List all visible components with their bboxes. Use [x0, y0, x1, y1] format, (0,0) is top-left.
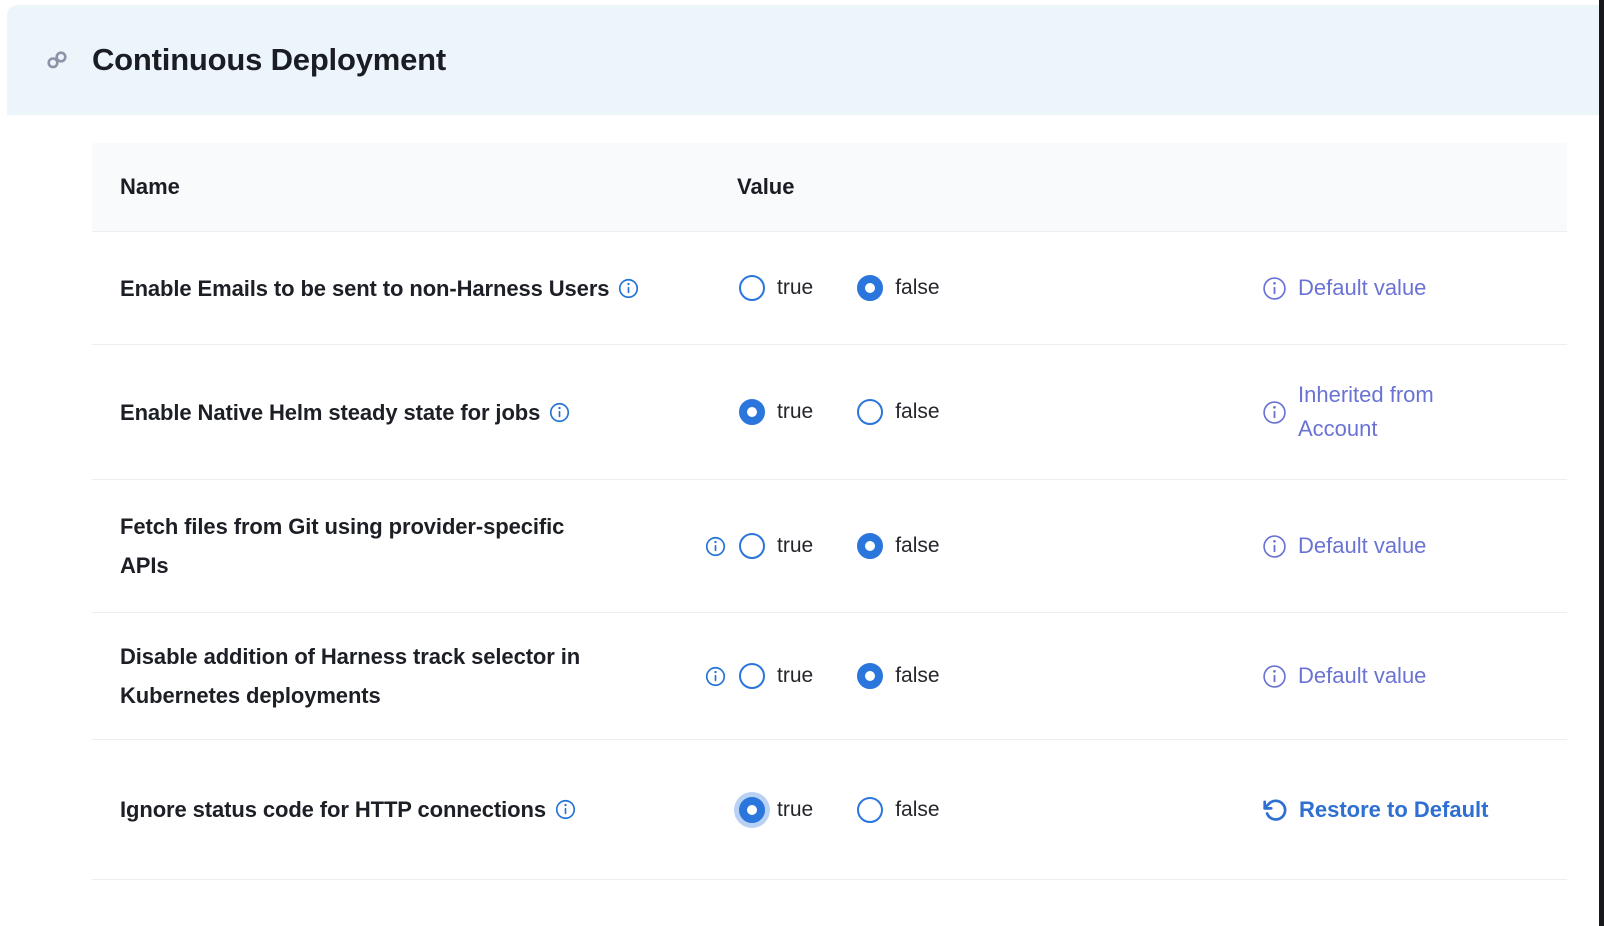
table-header-row: Name Value — [92, 143, 1567, 232]
settings-row: Enable Native Helm steady state for jobs… — [92, 345, 1567, 480]
status-label: Default value — [1298, 659, 1426, 693]
setting-info-icon[interactable] — [705, 536, 726, 557]
settings-row: Disable addition of Harness track select… — [92, 613, 1567, 740]
value-info-slot — [705, 666, 739, 687]
radio-option-true[interactable]: true — [739, 663, 813, 689]
setting-name-cell: Enable Native Helm steady state for jobs — [92, 393, 705, 432]
setting-info-icon[interactable] — [618, 278, 639, 299]
setting-name-cell: Disable addition of Harness track select… — [92, 637, 705, 715]
status-info-icon[interactable] — [1262, 276, 1287, 301]
radio-true[interactable] — [739, 275, 765, 301]
column-header-name: Name — [92, 174, 705, 200]
setting-name-cell: Fetch files from Git using provider-spec… — [92, 507, 705, 585]
radio-false[interactable] — [857, 797, 883, 823]
section-header: Continuous Deployment — [7, 5, 1599, 115]
setting-value-cell: true false — [705, 533, 1262, 559]
radio-false[interactable] — [857, 275, 883, 301]
settings-rows: Enable Emails to be sent to non-Harness … — [92, 232, 1567, 880]
restore-to-default-button[interactable]: Restore to Default — [1262, 793, 1567, 827]
setting-value-cell: true false — [705, 663, 1262, 689]
radio-false-label[interactable]: false — [895, 664, 939, 688]
radio-option-true[interactable]: true — [739, 399, 813, 425]
setting-name: Enable Native Helm steady state for jobs — [120, 393, 540, 432]
radio-false-label[interactable]: false — [895, 400, 939, 424]
setting-value-cell: true false — [705, 797, 1262, 823]
setting-name: Ignore status code for HTTP connections — [120, 790, 546, 829]
radio-true[interactable] — [739, 533, 765, 559]
radio-option-false[interactable]: false — [857, 533, 939, 559]
settings-row: Fetch files from Git using provider-spec… — [92, 480, 1567, 613]
radio-true-label[interactable]: true — [777, 400, 813, 424]
radio-true[interactable] — [739, 399, 765, 425]
radio-false[interactable] — [857, 399, 883, 425]
setting-name-line: Fetch files from Git using provider-spec… — [120, 507, 564, 546]
restore-icon[interactable] — [1262, 797, 1288, 823]
setting-name: Disable addition of Harness track select… — [120, 637, 580, 715]
screen-edge-strip — [1599, 0, 1604, 926]
radio-false-label[interactable]: false — [895, 276, 939, 300]
radio-option-true[interactable]: true — [739, 533, 813, 559]
setting-name-line: Ignore status code for HTTP connections — [120, 790, 546, 829]
settings-row: Ignore status code for HTTP connections … — [92, 740, 1567, 880]
status: Default value — [1262, 659, 1567, 693]
status-label: Default value — [1298, 529, 1426, 563]
page-title: Continuous Deployment — [92, 42, 446, 78]
status-info-icon[interactable] — [1262, 534, 1287, 559]
radio-true[interactable] — [739, 797, 765, 823]
status-info-icon[interactable] — [1262, 664, 1287, 689]
setting-name: Fetch files from Git using provider-spec… — [120, 507, 564, 585]
column-header-value: Value — [705, 174, 794, 200]
setting-info-icon[interactable] — [549, 402, 570, 423]
setting-name-line: Enable Emails to be sent to non-Harness … — [120, 269, 609, 308]
setting-info-icon[interactable] — [705, 666, 726, 687]
value-info-slot — [705, 536, 739, 557]
status: Default value — [1262, 271, 1567, 305]
radio-option-false[interactable]: false — [857, 663, 939, 689]
radio-true-label[interactable]: true — [777, 276, 813, 300]
radio-option-false[interactable]: false — [857, 797, 939, 823]
radio-true-label[interactable]: true — [777, 664, 813, 688]
radio-false-label[interactable]: false — [895, 798, 939, 822]
settings-card: Continuous Deployment Name Value Enable … — [7, 5, 1599, 926]
setting-info-icon[interactable] — [555, 799, 576, 820]
radio-true[interactable] — [739, 663, 765, 689]
status-label[interactable]: Restore to Default — [1299, 793, 1488, 827]
status-label: Default value — [1298, 271, 1426, 305]
radio-true-label[interactable]: true — [777, 798, 813, 822]
setting-name: Enable Emails to be sent to non-Harness … — [120, 269, 609, 308]
setting-value-cell: true false — [705, 275, 1262, 301]
setting-name-cell: Enable Emails to be sent to non-Harness … — [92, 269, 705, 308]
setting-value-cell: true false — [705, 399, 1262, 425]
status: Default value — [1262, 529, 1567, 563]
settings-row: Enable Emails to be sent to non-Harness … — [92, 232, 1567, 345]
radio-option-false[interactable]: false — [857, 275, 939, 301]
link-icon[interactable] — [45, 48, 69, 72]
setting-name-line: Enable Native Helm steady state for jobs — [120, 393, 540, 432]
radio-option-true[interactable]: true — [739, 275, 813, 301]
radio-false[interactable] — [857, 663, 883, 689]
status-label: Inherited from Account — [1298, 378, 1503, 446]
status-info-icon[interactable] — [1262, 400, 1287, 425]
setting-name-line: Kubernetes deployments — [120, 676, 580, 715]
settings-table: Name Value Enable Emails to be sent to n… — [92, 143, 1567, 880]
radio-false[interactable] — [857, 533, 883, 559]
setting-name-line: Disable addition of Harness track select… — [120, 637, 580, 676]
status: Inherited from Account — [1262, 378, 1567, 446]
radio-option-true[interactable]: true — [739, 797, 813, 823]
setting-name-line: APIs — [120, 546, 564, 585]
setting-name-cell: Ignore status code for HTTP connections — [92, 790, 705, 829]
radio-false-label[interactable]: false — [895, 534, 939, 558]
radio-true-label[interactable]: true — [777, 534, 813, 558]
radio-option-false[interactable]: false — [857, 399, 939, 425]
